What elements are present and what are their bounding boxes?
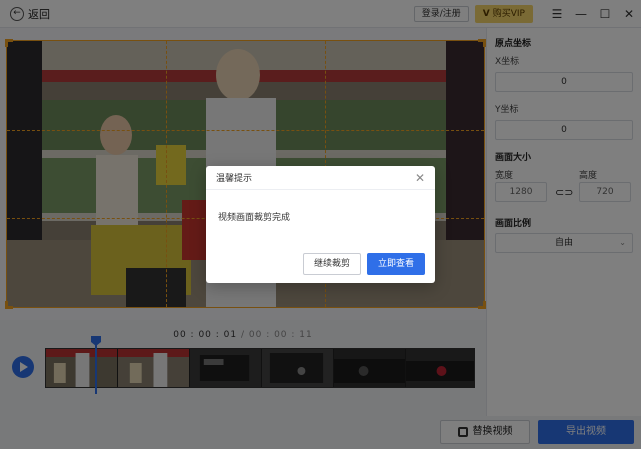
dialog-title: 温馨提示 — [216, 174, 253, 184]
dialog-header: 温馨提示 ✕ — [206, 166, 435, 190]
dialog-message: 视频画面裁剪完成 — [218, 213, 291, 223]
dialog-actions: 继续裁剪 立即查看 — [303, 253, 425, 275]
continue-cropping-button[interactable]: 继续裁剪 — [303, 253, 361, 275]
view-now-button[interactable]: 立即查看 — [367, 253, 425, 275]
completion-dialog: 温馨提示 ✕ 视频画面裁剪完成 继续裁剪 立即查看 — [206, 166, 435, 283]
close-icon[interactable]: ✕ — [415, 172, 425, 184]
